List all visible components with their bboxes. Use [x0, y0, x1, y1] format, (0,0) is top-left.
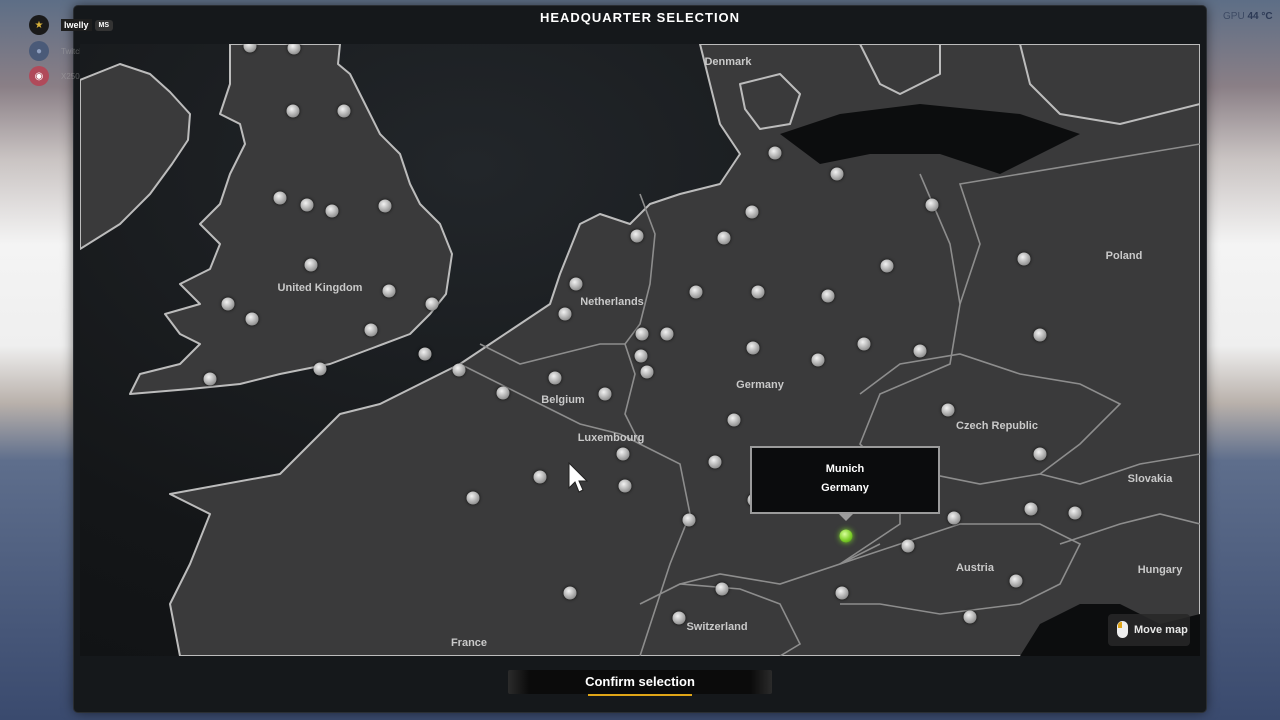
city-marker[interactable]: [1033, 447, 1047, 461]
city-marker[interactable]: [425, 297, 439, 311]
city-marker[interactable]: [746, 341, 760, 355]
city-marker[interactable]: [203, 372, 217, 386]
city-marker[interactable]: [751, 285, 765, 299]
city-marker[interactable]: [630, 229, 644, 243]
city-marker[interactable]: [382, 284, 396, 298]
country-label-belgium: Belgium: [541, 394, 585, 406]
city-marker[interactable]: [640, 365, 654, 379]
city-marker[interactable]: [221, 297, 235, 311]
tooltip-arrow: [838, 513, 854, 521]
country-label-denmark: Denmark: [704, 56, 752, 68]
city-marker[interactable]: [1033, 328, 1047, 342]
overlay-avatar-icon: ★: [29, 15, 49, 35]
city-marker[interactable]: [1068, 506, 1082, 520]
twitch-icon: ●: [29, 41, 49, 61]
city-marker[interactable]: [418, 347, 432, 361]
city-marker[interactable]: [830, 167, 844, 181]
move-map-hint: Move map: [1108, 614, 1190, 646]
city-marker[interactable]: [1009, 574, 1023, 588]
country-label-france: France: [450, 637, 488, 649]
gpu-readout: GPU 44 °C: [1223, 11, 1273, 22]
page-title: HEADQUARTER SELECTION: [539, 10, 741, 25]
country-label-czech-republic: Czech Republic: [956, 420, 1038, 432]
city-marker[interactable]: [689, 285, 703, 299]
city-marker[interactable]: [1024, 502, 1038, 516]
discord-icon: ◉: [29, 66, 49, 86]
land-great-britain: [129, 44, 453, 395]
city-marker[interactable]: [708, 455, 722, 469]
city-marker[interactable]: [598, 387, 612, 401]
overlay-row-2: ● Twitch: [29, 41, 84, 61]
gpu-label: GPU: [1223, 11, 1245, 22]
city-marker[interactable]: [245, 312, 259, 326]
overlay-row-3: ◉ X2500: [29, 66, 84, 86]
city-marker[interactable]: [727, 413, 741, 427]
city-marker[interactable]: [466, 491, 480, 505]
city-marker[interactable]: [811, 353, 825, 367]
city-marker[interactable]: [273, 191, 287, 205]
confirm-selection-button[interactable]: Confirm selection: [508, 670, 772, 696]
city-marker[interactable]: [901, 539, 915, 553]
city-marker[interactable]: [616, 447, 630, 461]
country-label-united-kingdom: United Kingdom: [277, 282, 363, 294]
tooltip-country-name: Germany: [821, 482, 869, 494]
city-marker[interactable]: [672, 611, 686, 625]
city-marker[interactable]: [548, 371, 562, 385]
city-marker[interactable]: [717, 231, 731, 245]
city-marker[interactable]: [941, 403, 955, 417]
city-marker[interactable]: [569, 277, 583, 291]
city-marker[interactable]: [304, 258, 318, 272]
city-marker[interactable]: [563, 586, 577, 600]
city-marker[interactable]: [963, 610, 977, 624]
city-tooltip: Munich Germany: [750, 446, 940, 521]
city-marker[interactable]: [533, 470, 547, 484]
city-marker[interactable]: [364, 323, 378, 337]
country-label-austria: Austria: [956, 562, 994, 574]
selected-city-marker[interactable]: [839, 529, 853, 543]
country-label-switzerland: Switzerland: [686, 621, 748, 633]
city-marker[interactable]: [313, 362, 327, 376]
tooltip-city-name: Munich: [825, 463, 865, 475]
mouse-icon: [1117, 621, 1128, 638]
city-marker[interactable]: [337, 104, 351, 118]
city-marker[interactable]: [947, 511, 961, 525]
city-marker[interactable]: [682, 513, 696, 527]
country-label-slovakia: Slovakia: [1127, 473, 1173, 485]
city-marker[interactable]: [618, 479, 632, 493]
city-marker[interactable]: [286, 104, 300, 118]
country-label-germany: Germany: [736, 379, 784, 391]
city-marker[interactable]: [835, 586, 849, 600]
country-label-poland: Poland: [1105, 250, 1143, 262]
country-label-netherlands: Netherlands: [580, 296, 644, 308]
city-marker[interactable]: [660, 327, 674, 341]
city-marker[interactable]: [325, 204, 339, 218]
land-ireland: [80, 63, 191, 250]
city-marker[interactable]: [880, 259, 894, 273]
city-marker[interactable]: [634, 349, 648, 363]
europe-map[interactable]: Denmark United Kingdom Netherlands Poland Be…: [80, 44, 1200, 656]
city-marker[interactable]: [913, 344, 927, 358]
move-map-label: Move map: [1134, 624, 1188, 636]
city-marker[interactable]: [300, 198, 314, 212]
city-marker[interactable]: [452, 363, 466, 377]
city-marker[interactable]: [857, 337, 871, 351]
country-label-hungary: Hungary: [1137, 564, 1183, 576]
city-marker[interactable]: [821, 289, 835, 303]
city-marker[interactable]: [378, 199, 392, 213]
city-marker[interactable]: [925, 198, 939, 212]
city-marker[interactable]: [635, 327, 649, 341]
city-marker[interactable]: [1017, 252, 1031, 266]
city-marker[interactable]: [745, 205, 759, 219]
city-marker[interactable]: [496, 386, 510, 400]
city-marker[interactable]: [558, 307, 572, 321]
city-marker[interactable]: [715, 582, 729, 596]
city-marker[interactable]: [768, 146, 782, 160]
gpu-temperature: 44 °C: [1247, 11, 1273, 22]
country-label-luxembourg: Luxembourg: [577, 432, 645, 444]
